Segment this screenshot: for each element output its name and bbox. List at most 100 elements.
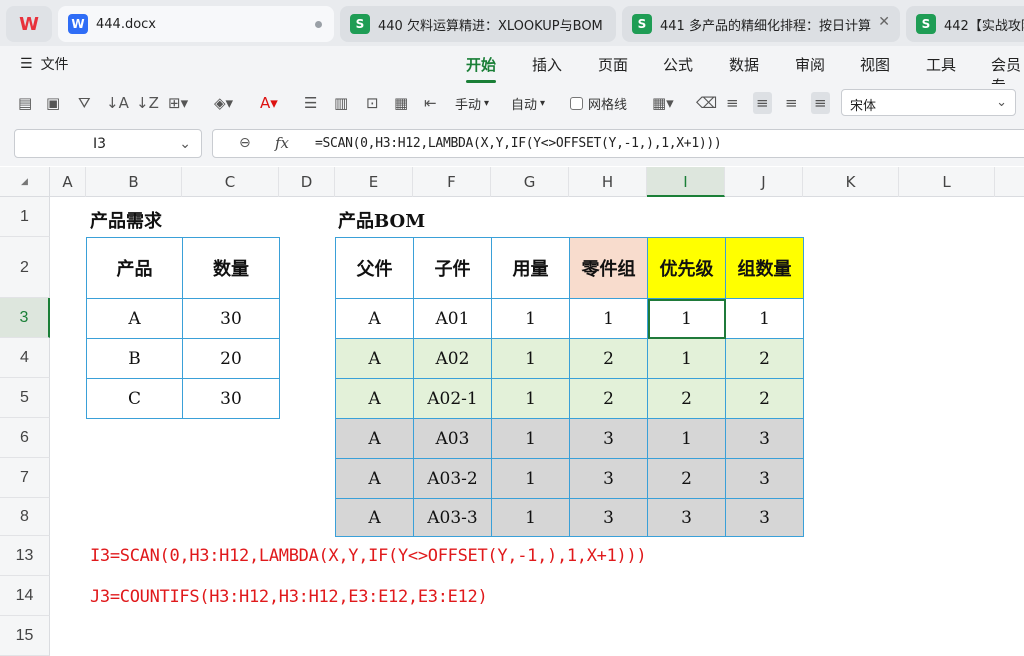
column-header-C[interactable]: C <box>182 167 279 197</box>
sort-descending-icon[interactable]: ↓Z <box>136 92 159 114</box>
table-cell[interactable]: 3 <box>725 458 804 499</box>
row-header-6[interactable]: 6 <box>0 418 50 458</box>
font-color-icon[interactable]: A▾ <box>260 92 278 114</box>
gridlines-checkbox[interactable]: 网格线 <box>570 92 627 114</box>
table-cell[interactable]: A <box>335 338 414 379</box>
table-cell[interactable]: A <box>335 418 414 459</box>
align-center-icon[interactable]: ≡ <box>753 92 772 114</box>
filter-icon[interactable]: ⛛ <box>78 92 91 114</box>
formula-input[interactable]: ⊖ fx =SCAN(0,H3:H12,LAMBDA(X,Y,IF(Y<>OFF… <box>212 129 1024 158</box>
sort-ascending-icon[interactable]: ↓A <box>106 92 129 114</box>
table-cell[interactable]: 3 <box>725 418 804 459</box>
name-box[interactable]: I3 ⌄ <box>14 129 202 158</box>
table-cell[interactable]: 2 <box>725 338 804 379</box>
paste-format-icon[interactable]: ▣ <box>46 92 60 114</box>
zoom-search-icon[interactable]: ⊖ <box>239 135 251 151</box>
table-cell[interactable]: A <box>86 298 183 339</box>
sheet-grid[interactable]: 产品需求 产品BOM 产品 数量 A 30 B 20 C 30 父件 子件 用量… <box>50 197 1024 656</box>
table-cell[interactable]: 3 <box>569 498 648 537</box>
tab-data[interactable]: 数据 <box>729 54 759 75</box>
table-cell[interactable]: 30 <box>182 298 280 339</box>
table-cell[interactable]: 1 <box>491 298 570 339</box>
table-cell[interactable]: 1 <box>491 378 570 419</box>
tab-view[interactable]: 视图 <box>860 54 890 75</box>
fill-color-icon[interactable]: ◈▾ <box>214 92 233 114</box>
table-cell[interactable]: 30 <box>182 378 280 419</box>
table-cell[interactable]: 1 <box>491 338 570 379</box>
table-cell[interactable]: A <box>335 458 414 499</box>
tab-442[interactable]: S 442【实战攻防 <box>906 6 1024 42</box>
borders-icon[interactable]: ⊞▾ <box>168 92 188 114</box>
table-cell[interactable]: 3 <box>569 418 648 459</box>
conditional-format-icon[interactable]: ▦▾ <box>652 92 674 114</box>
row-header-8[interactable]: 8 <box>0 498 50 536</box>
font-name-select[interactable]: 宋体 ⌄ <box>841 89 1016 116</box>
table-cell[interactable]: A03-2 <box>413 458 492 499</box>
bom-header-priority[interactable]: 优先级 <box>647 237 726 299</box>
fx-icon[interactable]: fx <box>275 134 289 152</box>
column-header-A[interactable]: A <box>50 167 86 197</box>
bom-header-usage[interactable]: 用量 <box>491 237 570 299</box>
tab-440[interactable]: S 440 欠料运算精进：XLOOKUP与BOM <box>340 6 616 42</box>
table-cell[interactable]: 1 <box>491 418 570 459</box>
row-header-2[interactable]: 2 <box>0 237 50 298</box>
format-number-icon[interactable]: ▤ <box>18 92 32 114</box>
table-cell[interactable]: A02-1 <box>413 378 492 419</box>
table-cell[interactable]: 1 <box>725 298 804 339</box>
table-cell[interactable]: A <box>335 498 414 537</box>
demand-header-product[interactable]: 产品 <box>86 237 183 299</box>
table-cell[interactable]: A03 <box>413 418 492 459</box>
clear-icon[interactable]: ⌫ <box>696 92 717 114</box>
select-all-corner[interactable]: ◢ <box>0 167 50 197</box>
close-tab-icon[interactable]: ✕ <box>878 14 890 30</box>
merge-icon[interactable]: ▥ <box>334 92 348 114</box>
table-cell[interactable]: A01 <box>413 298 492 339</box>
align-right-icon[interactable]: ≡ <box>785 92 798 114</box>
file-menu[interactable]: ☰ 文件 <box>20 54 69 74</box>
row-header-4[interactable]: 4 <box>0 338 50 378</box>
row-header-14[interactable]: 14 <box>0 576 50 616</box>
wps-home-tab[interactable]: W <box>6 6 52 42</box>
column-header-I[interactable]: I <box>647 167 725 197</box>
column-header-G[interactable]: G <box>491 167 569 197</box>
column-header-D[interactable]: D <box>279 167 335 197</box>
table-cell[interactable]: A <box>335 378 414 419</box>
row-header-15[interactable]: 15 <box>0 616 50 656</box>
table-cell[interactable]: A02 <box>413 338 492 379</box>
table-cell[interactable]: 2 <box>569 338 648 379</box>
table-cell[interactable]: 20 <box>182 338 280 379</box>
active-cell-I3[interactable]: 1 <box>647 298 726 339</box>
table-cell[interactable]: 1 <box>491 458 570 499</box>
tab-page[interactable]: 页面 <box>598 54 628 75</box>
table-cell[interactable]: A <box>335 298 414 339</box>
tab-review[interactable]: 审阅 <box>795 54 825 75</box>
table-cell[interactable]: 1 <box>647 418 726 459</box>
tab-home[interactable]: 开始 <box>466 54 497 83</box>
bom-header-parent[interactable]: 父件 <box>335 237 414 299</box>
tab-tools[interactable]: 工具 <box>926 54 956 75</box>
wrap-cell-icon[interactable]: ⊡ <box>366 92 379 114</box>
bom-header-group-count[interactable]: 组数量 <box>725 237 804 299</box>
column-header-H[interactable]: H <box>569 167 647 197</box>
table-cell[interactable]: 3 <box>647 498 726 537</box>
bom-header-child[interactable]: 子件 <box>413 237 492 299</box>
table-style-icon[interactable]: ▦ <box>394 92 408 114</box>
column-header-B[interactable]: B <box>86 167 182 197</box>
table-cell[interactable]: 3 <box>569 458 648 499</box>
row-header-7[interactable]: 7 <box>0 458 50 498</box>
table-cell[interactable]: 2 <box>647 378 726 419</box>
tab-441[interactable]: S 441 多产品的精细化排程：按日计算 ✕ <box>622 6 900 42</box>
table-cell[interactable]: 2 <box>725 378 804 419</box>
table-cell[interactable]: C <box>86 378 183 419</box>
column-header-F[interactable]: F <box>413 167 491 197</box>
table-cell[interactable]: 1 <box>647 338 726 379</box>
tab-insert[interactable]: 插入 <box>532 54 562 75</box>
auto-dropdown[interactable]: 自动 ▾ <box>511 92 545 114</box>
table-cell[interactable]: A03-3 <box>413 498 492 537</box>
column-header-J[interactable]: J <box>725 167 803 197</box>
row-header-3[interactable]: 3 <box>0 298 50 338</box>
row-header-5[interactable]: 5 <box>0 378 50 418</box>
demand-header-qty[interactable]: 数量 <box>182 237 280 299</box>
tab-formulas[interactable]: 公式 <box>663 54 693 75</box>
column-header-E[interactable]: E <box>335 167 413 197</box>
